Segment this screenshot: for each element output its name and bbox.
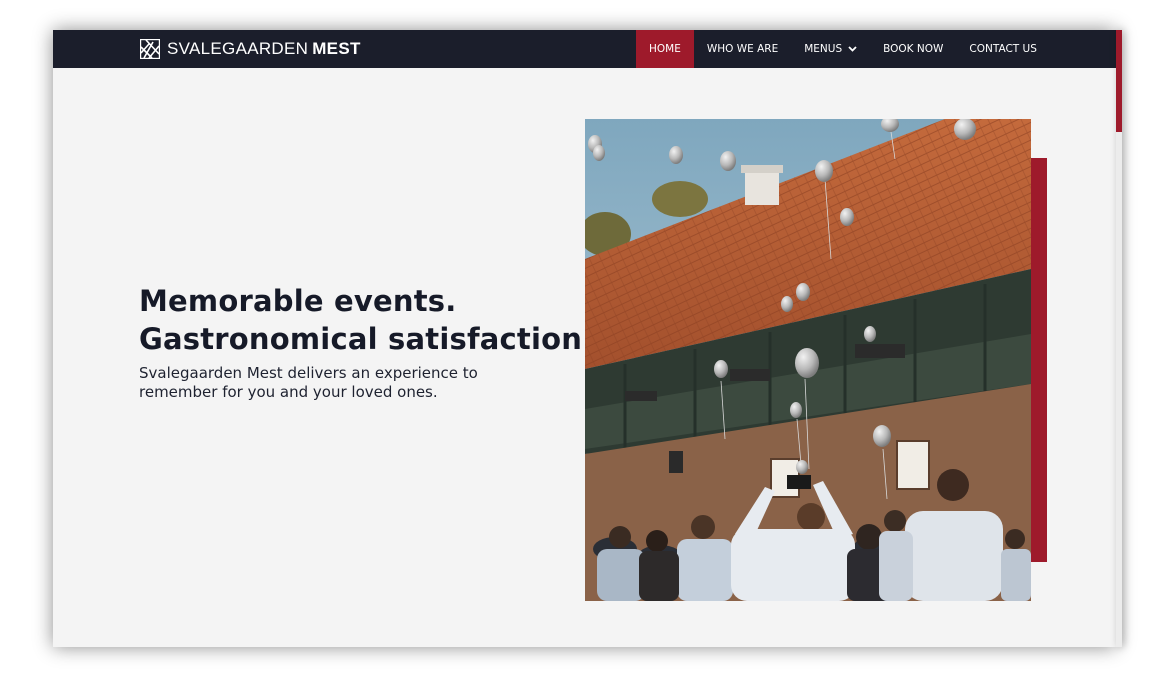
nav-item-home[interactable]: HOME (636, 30, 694, 68)
hero-title-line1: Memorable events. (139, 284, 457, 318)
nav-item-label: WHO WE ARE (706, 43, 779, 55)
site-logo[interactable]: SVALEGAARDEN MEST (140, 39, 361, 59)
hero-subtitle: Svalegaarden Mest delivers an experience… (139, 364, 478, 401)
nav-item-menus[interactable]: MENUS (791, 30, 870, 68)
hero-title-line2: Gastronomical satisfaction. (139, 322, 594, 356)
navbar: SVALEGAARDEN MEST HOME WHO WE ARE MENUS B… (53, 30, 1116, 68)
brand-name: SVALEGAARDEN MEST (167, 39, 361, 59)
brand-name-light: SVALEGAARDEN (167, 39, 309, 58)
svalegaarden-logo-icon (140, 39, 160, 59)
hero-image (585, 119, 1031, 601)
chevron-down-icon (848, 46, 857, 52)
nav-item-contact-us[interactable]: CONTACT US (956, 30, 1049, 68)
nav-item-who-we-are[interactable]: WHO WE ARE (694, 30, 791, 68)
nav-item-label: BOOK NOW (883, 43, 944, 55)
page-scrollbar[interactable] (1116, 30, 1122, 647)
nav-item-label: CONTACT US (969, 43, 1037, 55)
hero-photo-illustration (585, 119, 1031, 601)
nav-item-label: HOME (649, 43, 681, 55)
hero-title: Memorable events. Gastronomical satisfac… (139, 282, 593, 358)
browser-viewport: SVALEGAARDEN MEST HOME WHO WE ARE MENUS B… (53, 30, 1116, 647)
scrollbar-thumb[interactable] (1116, 30, 1122, 132)
main-nav: HOME WHO WE ARE MENUS BOOK NOW CONTACT U… (636, 30, 1050, 68)
accent-block (1030, 158, 1047, 562)
nav-item-book-now[interactable]: BOOK NOW (870, 30, 956, 68)
brand-name-bold: MEST (312, 39, 361, 58)
nav-item-label: MENUS (804, 43, 843, 55)
